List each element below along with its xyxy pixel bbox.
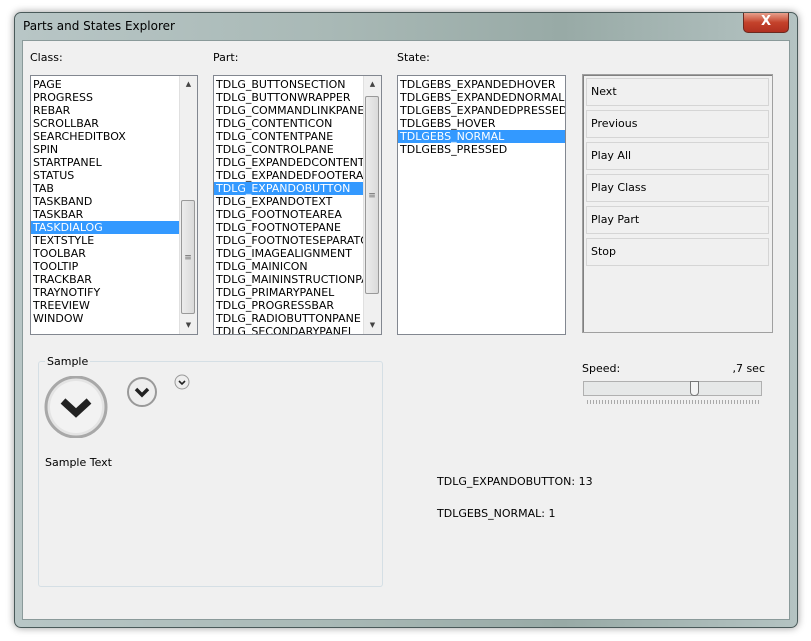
list-item[interactable]: TDLG_EXPANDOTEXT [214, 195, 381, 208]
scroll-down-icon[interactable]: ▼ [180, 317, 197, 334]
state-label: State: [397, 51, 430, 64]
list-item[interactable]: TDLG_COMMANDLINKPANE [214, 104, 381, 117]
list-item[interactable]: TDLG_SECONDARYPANEL [214, 325, 381, 334]
close-button[interactable]: X [743, 13, 789, 33]
list-item[interactable]: STATUS [31, 169, 197, 182]
list-item[interactable]: REBAR [31, 104, 197, 117]
list-item[interactable]: PROGRESS [31, 91, 197, 104]
speed-label: Speed: [582, 362, 621, 375]
list-item[interactable]: TDLGEBS_PRESSED [398, 143, 565, 156]
speed-value: ,7 sec [732, 362, 765, 375]
button-play-part[interactable]: Play Part [586, 206, 769, 234]
slider-ticks [587, 400, 760, 404]
expando-button-medium-icon [127, 377, 157, 407]
list-item[interactable]: TDLG_MAINICON [214, 260, 381, 273]
list-item[interactable]: TOOLBAR [31, 247, 197, 260]
scroll-thumb[interactable]: ≡ [181, 200, 195, 314]
list-item[interactable]: TDLG_FOOTNOTESEPARATOR [214, 234, 381, 247]
list-item[interactable]: TDLG_FOOTNOTEPANE [214, 221, 381, 234]
window: Parts and States Explorer X Class: Part:… [14, 12, 798, 628]
scroll-up-icon[interactable]: ▲ [180, 76, 197, 93]
list-item[interactable]: TASKBAR [31, 208, 197, 221]
scroll-up-icon[interactable]: ▲ [364, 76, 381, 93]
list-item[interactable]: TDLGEBS_EXPANDEDHOVER [398, 78, 565, 91]
speed-slider[interactable] [583, 381, 762, 396]
part-listbox[interactable]: TDLG_BUTTONSECTION TDLG_BUTTONWRAPPER TDLG… [213, 75, 382, 335]
list-item[interactable]: SCROLLBAR [31, 117, 197, 130]
list-item[interactable]: TDLG_CONTENTPANE [214, 130, 381, 143]
list-item[interactable]: TREEVIEW [31, 299, 197, 312]
state-listbox[interactable]: TDLGEBS_EXPANDEDHOVER TDLGEBS_EXPANDEDNOR… [397, 75, 566, 335]
button-play-class[interactable]: Play Class [586, 174, 769, 202]
class-label: Class: [30, 51, 63, 64]
list-item[interactable]: TDLG_IMAGEALIGNMENT [214, 247, 381, 260]
list-item[interactable]: TDLG_FOOTNOTEAREA [214, 208, 381, 221]
part-scrollbar[interactable]: ▲ ≡ ▼ [363, 76, 381, 334]
list-item[interactable]: TDLG_EXPANDEDCONTENT [214, 156, 381, 169]
list-item[interactable]: SPIN [31, 143, 197, 156]
list-item[interactable]: TDLGEBS_EXPANDEDNORMAL [398, 91, 565, 104]
list-item[interactable]: TEXTSTYLE [31, 234, 197, 247]
list-item[interactable]: TASKDIALOG [31, 221, 197, 234]
button-play-all[interactable]: Play All [586, 142, 769, 170]
list-item[interactable]: TDLG_RADIOBUTTONPANE [214, 312, 381, 325]
list-item[interactable]: TDLGEBS_EXPANDEDPRESSED [398, 104, 565, 117]
list-item[interactable]: TDLG_CONTROLPANE [214, 143, 381, 156]
button-previous[interactable]: Previous [586, 110, 769, 138]
list-item[interactable]: TDLG_CONTENTICON [214, 117, 381, 130]
button-stop[interactable]: Stop [586, 238, 769, 266]
list-item[interactable]: TDLG_PRIMARYPANEL [214, 286, 381, 299]
sample-text: Sample Text [45, 456, 112, 469]
state-info-text: TDLGEBS_NORMAL: 1 [437, 507, 556, 520]
list-item[interactable]: TDLGEBS_NORMAL [398, 130, 565, 143]
list-item[interactable]: TDLG_BUTTONWRAPPER [214, 91, 381, 104]
list-item[interactable]: TRACKBAR [31, 273, 197, 286]
scroll-thumb[interactable]: ≡ [365, 96, 379, 294]
button-panel: Next Previous Play All Play Class Play Part S… [582, 74, 773, 333]
list-item[interactable]: PAGE [31, 78, 197, 91]
sample-label: Sample [45, 355, 91, 368]
list-item[interactable]: TDLG_EXPANDEDFOOTERAREA [214, 169, 381, 182]
client-area: Class: Part: State: PAGE PROGRESS REBAR SCR… [22, 40, 790, 620]
sample-group: Sample Sample Text [38, 355, 383, 587]
part-label: Part: [213, 51, 239, 64]
window-title: Parts and States Explorer [23, 19, 175, 33]
expando-button-large-icon [44, 376, 108, 438]
button-next[interactable]: Next [586, 78, 769, 106]
class-scrollbar[interactable]: ▲ ≡ ▼ [179, 76, 197, 334]
list-item[interactable]: TAB [31, 182, 197, 195]
list-item[interactable]: TDLGEBS_HOVER [398, 117, 565, 130]
list-item[interactable]: STARTPANEL [31, 156, 197, 169]
slider-thumb[interactable] [689, 381, 699, 396]
list-item[interactable]: WINDOW [31, 312, 197, 325]
scroll-down-icon[interactable]: ▼ [364, 317, 381, 334]
list-item[interactable]: TDLG_EXPANDOBUTTON [214, 182, 381, 195]
expando-button-small-icon [174, 374, 190, 390]
list-item[interactable]: TDLG_MAININSTRUCTIONPANE [214, 273, 381, 286]
list-item[interactable]: TRAYNOTIFY [31, 286, 197, 299]
list-item[interactable]: TDLG_BUTTONSECTION [214, 78, 381, 91]
list-item[interactable]: TOOLTIP [31, 260, 197, 273]
part-info-text: TDLG_EXPANDOBUTTON: 13 [437, 475, 593, 488]
list-item[interactable]: SEARCHEDITBOX [31, 130, 197, 143]
class-listbox[interactable]: PAGE PROGRESS REBAR SCROLLBAR SEARCHEDITBOX S… [30, 75, 198, 335]
list-item[interactable]: TASKBAND [31, 195, 197, 208]
list-item[interactable]: TDLG_PROGRESSBAR [214, 299, 381, 312]
